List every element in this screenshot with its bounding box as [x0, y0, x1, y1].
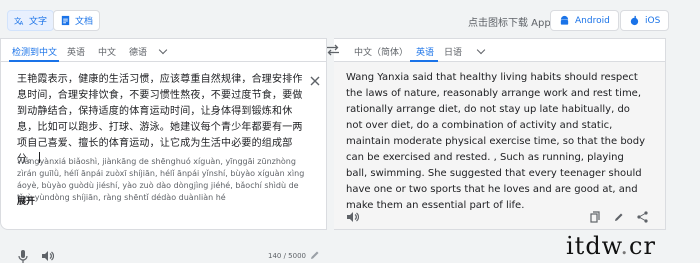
translate-icon: 文A: [14, 16, 24, 26]
source-text: 王艳霞表示，健康的生活习惯，应该尊重自然规律，合理安排作息时间，合理安排饮食，不…: [17, 74, 303, 165]
ios-label: iOS: [645, 15, 661, 26]
text-mode-label: 文字: [29, 17, 48, 27]
active-tab-indicator: [9, 60, 59, 62]
source-language-bar: 检测到中文 英语 中文 德语: [1, 39, 326, 62]
document-mode-button[interactable]: 文档: [53, 10, 101, 31]
app-download-text: 点击图标下载 App: [468, 18, 551, 29]
rate-translation-icon[interactable]: [614, 212, 625, 222]
svg-text:A: A: [20, 21, 24, 26]
top-bar: 文A 文字 文档 点击图标下载 App Android iOS: [0, 0, 700, 38]
swap-languages-icon[interactable]: [326, 44, 340, 56]
target-lang-japanese[interactable]: 日语: [444, 45, 462, 58]
source-lang-german[interactable]: 德语: [129, 45, 147, 58]
document-icon: [61, 15, 70, 26]
site-watermark: itdw.cr: [566, 232, 656, 260]
character-counter: 140 / 5000: [268, 252, 306, 260]
romanization-text: Wángyànxiá biǎoshì, jiànkāng de shēnghuó…: [17, 157, 305, 202]
source-lang-detected[interactable]: 检测到中文: [12, 45, 57, 58]
target-lang-more-icon[interactable]: [476, 45, 486, 55]
translation-output: Wang Yanxia said that healthy living hab…: [346, 72, 646, 211]
document-mode-label: 文档: [75, 17, 94, 27]
android-label: Android: [575, 15, 610, 26]
apple-icon: [630, 15, 639, 26]
source-lang-more-icon[interactable]: [158, 45, 168, 55]
target-listen-icon[interactable]: [346, 211, 359, 223]
watermark-name: itdw: [566, 232, 621, 260]
microphone-icon[interactable]: [18, 250, 28, 263]
pencil-icon[interactable]: [310, 250, 320, 260]
source-text-input[interactable]: 王艳霞表示，健康的生活习惯，应该尊重自然规律，合理安排作息时间，合理安排饮食，不…: [17, 72, 305, 168]
android-download-button[interactable]: Android: [550, 10, 619, 31]
active-tab-indicator: [410, 60, 438, 62]
target-lang-chinese-simplified[interactable]: 中文（简体）: [354, 45, 408, 58]
target-language-bar: 中文（简体） 英语 日语: [334, 39, 665, 62]
clear-text-icon[interactable]: [310, 76, 320, 86]
copy-icon[interactable]: [590, 211, 600, 223]
share-icon[interactable]: [637, 211, 648, 223]
source-lang-english[interactable]: 英语: [67, 45, 85, 58]
android-icon: [560, 15, 569, 25]
ios-download-button[interactable]: iOS: [620, 10, 670, 31]
expand-button[interactable]: 展开: [17, 194, 35, 207]
watermark-dot: .: [620, 232, 630, 260]
source-lang-chinese[interactable]: 中文: [98, 45, 116, 58]
target-lang-english[interactable]: 英语: [416, 45, 434, 58]
text-mode-button[interactable]: 文A 文字: [7, 10, 55, 31]
source-listen-icon[interactable]: [41, 250, 54, 262]
watermark-suffix: cr: [629, 232, 656, 260]
source-panel: 检测到中文 英语 中文 德语 王艳霞表示，健康的生活习惯，应该尊重自然规律，合理…: [0, 38, 327, 263]
